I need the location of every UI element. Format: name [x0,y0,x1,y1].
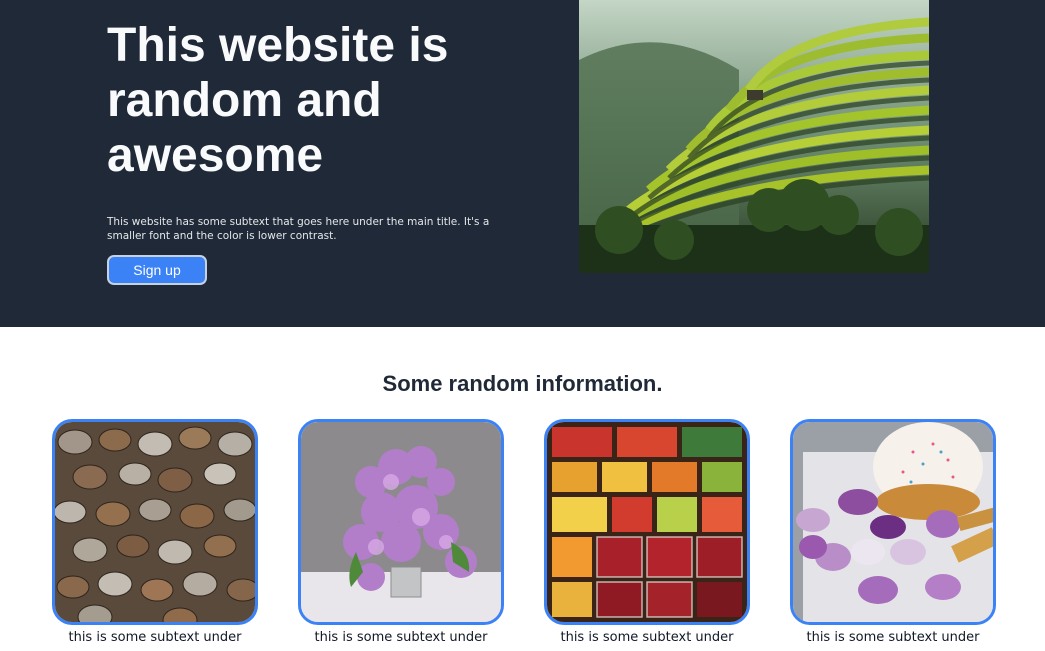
hero-title: This website is random and awesome [107,19,449,182]
info-card: this is some subtext under [52,419,258,646]
terraced-hills-illustration [579,0,929,273]
easter-eggs-cake-image [790,419,996,625]
fruit-market-image [544,419,750,625]
coins-image [52,419,258,625]
lilac-flowers-image [298,419,504,625]
info-card: this is some subtext under [544,419,750,646]
hero-section: This website is random and awesome This … [0,0,1045,327]
info-card: this is some subtext under [298,419,504,646]
hero-subtext: This website has some subtext that goes … [107,216,490,242]
section-title: Some random information. [382,371,663,396]
card-caption: this is some subtext under [560,630,734,645]
card-caption: this is some subtext under [314,630,488,645]
signup-button[interactable]: Sign up [107,255,207,285]
card-caption: this is some subtext under [68,630,242,645]
info-card: this is some subtext under [790,419,996,646]
hero-image [579,0,929,273]
card-caption: this is some subtext under [806,630,980,645]
